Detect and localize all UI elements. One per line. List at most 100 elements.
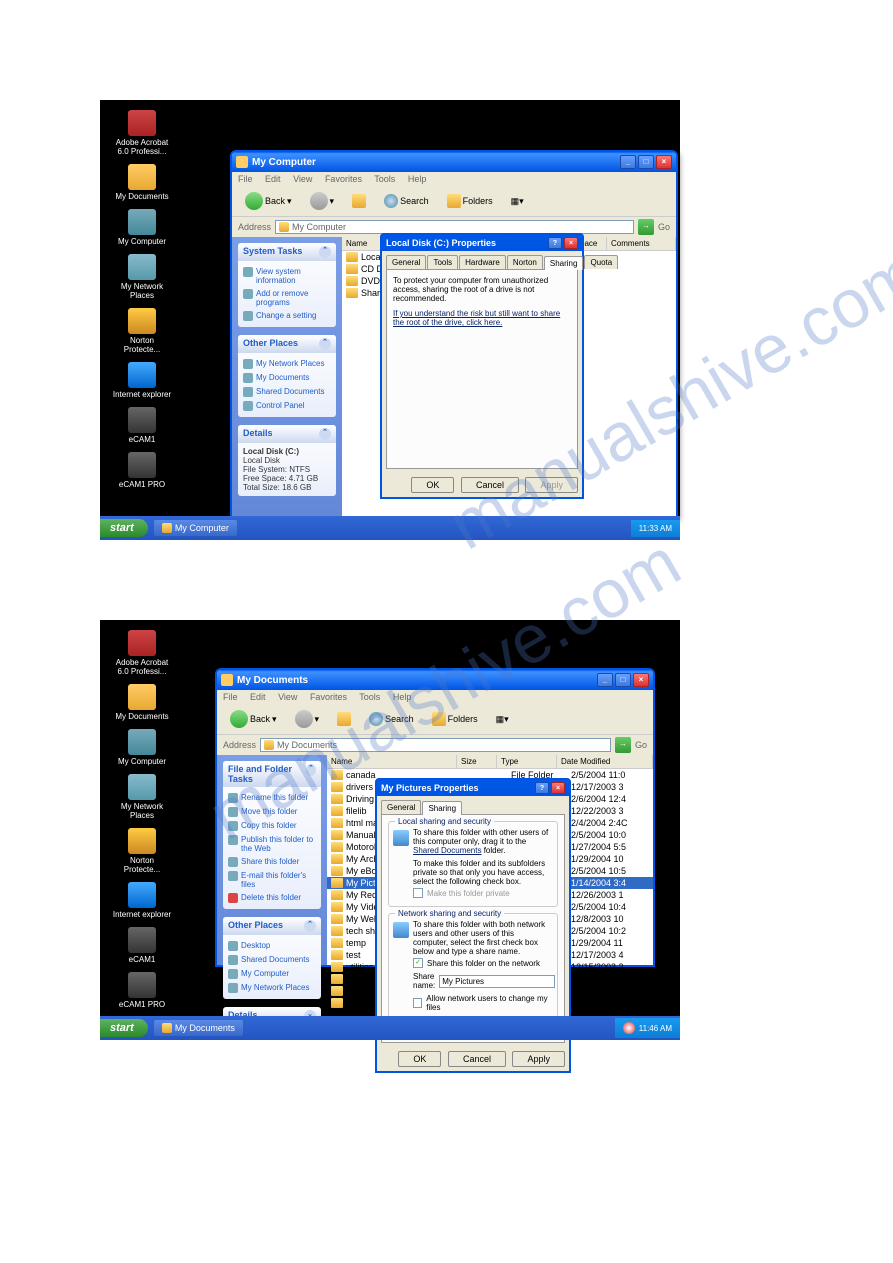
views-button[interactable]: ▦▾ [504, 193, 531, 210]
forward-button[interactable]: ▾ [303, 189, 342, 213]
col-type[interactable]: Type [497, 755, 557, 768]
tasks-header[interactable]: File and Folder Tasks⌃ [223, 761, 321, 787]
details-header[interactable]: Details⌃ [238, 425, 336, 443]
go-button[interactable]: → [638, 219, 654, 235]
dialog-close-button[interactable]: × [564, 237, 578, 249]
menu-edit[interactable]: Edit [265, 174, 281, 184]
place-link[interactable]: Shared Documents [243, 385, 331, 399]
menu-file[interactable]: File [238, 174, 253, 184]
taskbar-item[interactable]: My Documents [154, 1020, 243, 1036]
desktop-icon-norton[interactable]: Norton Protecte... [112, 308, 172, 354]
tab-general[interactable]: General [381, 800, 421, 814]
tab-general[interactable]: General [386, 255, 426, 269]
folders-button[interactable]: Folders [440, 191, 500, 211]
task-link[interactable]: Delete this folder [228, 891, 316, 905]
apply-button[interactable]: Apply [525, 477, 578, 493]
minimize-button[interactable]: _ [597, 673, 613, 687]
system-tray[interactable]: 11:33 AM [631, 520, 680, 537]
place-link[interactable]: My Network Places [243, 357, 331, 371]
task-link[interactable]: Share this folder [228, 855, 316, 869]
desktop-icon-acrobat[interactable]: Adobe Acrobat 6.0 Professi... [112, 110, 172, 156]
taskbar-item[interactable]: My Computer [154, 520, 237, 536]
menu-file[interactable]: File [223, 692, 238, 702]
place-link[interactable]: Desktop [228, 939, 316, 953]
menu-view[interactable]: View [293, 174, 312, 184]
task-link[interactable]: Add or remove programs [243, 287, 331, 309]
task-link[interactable]: Move this folder [228, 805, 316, 819]
dialog-close-button[interactable]: × [551, 782, 565, 794]
place-link[interactable]: Control Panel [243, 399, 331, 413]
search-button[interactable]: Search [362, 709, 421, 729]
desktop-icon-ecam1[interactable]: eCAM1 [112, 927, 172, 964]
other-places-header[interactable]: Other Places⌃ [238, 335, 336, 353]
desktop-icon-ecam1[interactable]: eCAM1 [112, 407, 172, 444]
close-button[interactable]: × [656, 155, 672, 169]
up-button[interactable] [330, 709, 358, 729]
tab-sharing[interactable]: Sharing [544, 256, 584, 270]
up-button[interactable] [345, 191, 373, 211]
desktop-icon-network[interactable]: My Network Places [112, 774, 172, 820]
menu-favorites[interactable]: Favorites [310, 692, 347, 702]
col-size[interactable]: Size [457, 755, 497, 768]
desktop-icon-acrobat[interactable]: Adobe Acrobat 6.0 Professi... [112, 630, 172, 676]
task-link[interactable]: Rename this folder [228, 791, 316, 805]
desktop-icon-norton[interactable]: Norton Protecte... [112, 828, 172, 874]
desktop-icon-mycomputer[interactable]: My Computer [112, 729, 172, 766]
tab-sharing[interactable]: Sharing [422, 801, 462, 815]
titlebar[interactable]: My Documents _ □ × [217, 670, 653, 690]
menu-tools[interactable]: Tools [359, 692, 380, 702]
dialog-titlebar[interactable]: My Pictures Properties ? × [377, 780, 569, 796]
help-button[interactable]: ? [548, 237, 562, 249]
menu-edit[interactable]: Edit [250, 692, 266, 702]
place-link[interactable]: My Computer [228, 967, 316, 981]
forward-button[interactable]: ▾ [288, 707, 327, 731]
start-button[interactable]: start [100, 1019, 148, 1037]
system-tray[interactable]: 11:46 AM [615, 1018, 680, 1038]
system-tasks-header[interactable]: System Tasks⌃ [238, 243, 336, 261]
maximize-button[interactable]: □ [615, 673, 631, 687]
titlebar[interactable]: My Computer _ □ × [232, 152, 676, 172]
back-button[interactable]: Back ▾ [223, 707, 284, 731]
col-date[interactable]: Date Modified [557, 755, 653, 768]
close-button[interactable]: × [633, 673, 649, 687]
folders-button[interactable]: Folders [425, 709, 485, 729]
place-link[interactable]: Shared Documents [228, 953, 316, 967]
share-name-input[interactable] [439, 975, 555, 988]
views-button[interactable]: ▦▾ [489, 711, 516, 728]
menu-view[interactable]: View [278, 692, 297, 702]
task-link[interactable]: Publish this folder to the Web [228, 833, 316, 855]
search-button[interactable]: Search [377, 191, 436, 211]
apply-button[interactable]: Apply [512, 1051, 565, 1067]
menu-help[interactable]: Help [408, 174, 427, 184]
menu-help[interactable]: Help [393, 692, 412, 702]
menu-favorites[interactable]: Favorites [325, 174, 362, 184]
tab-hardware[interactable]: Hardware [459, 255, 506, 269]
allow-change-checkbox[interactable]: Allow network users to change my files [413, 992, 551, 1014]
desktop-icon-mydocs[interactable]: My Documents [112, 164, 172, 201]
shared-docs-link[interactable]: Shared Documents [413, 846, 481, 855]
share-root-link[interactable]: If you understand the risk but still wan… [393, 309, 560, 327]
desktop-icon-ecam1pro[interactable]: eCAM1 PRO [112, 452, 172, 489]
ok-button[interactable]: OK [398, 1051, 441, 1067]
task-link[interactable]: View system information [243, 265, 331, 287]
desktop-icon-mydocs[interactable]: My Documents [112, 684, 172, 721]
desktop-icon-ie[interactable]: Internet explorer [112, 882, 172, 919]
col-comments[interactable]: Comments [607, 237, 676, 250]
menu-tools[interactable]: Tools [374, 174, 395, 184]
desktop-icon-ie[interactable]: Internet explorer [112, 362, 172, 399]
desktop-icon-ecam1pro[interactable]: eCAM1 PRO [112, 972, 172, 1009]
back-button[interactable]: Back ▾ [238, 189, 299, 213]
ok-button[interactable]: OK [411, 477, 454, 493]
tab-tools[interactable]: Tools [427, 255, 458, 269]
place-link[interactable]: My Network Places [228, 981, 316, 995]
place-link[interactable]: My Documents [243, 371, 331, 385]
address-field[interactable]: My Documents [260, 738, 611, 752]
tab-quota[interactable]: Quota [584, 255, 618, 269]
start-button[interactable]: start [100, 519, 148, 537]
cancel-button[interactable]: Cancel [448, 1051, 506, 1067]
task-link[interactable]: E-mail this folder's files [228, 869, 316, 891]
dialog-titlebar[interactable]: Local Disk (C:) Properties ? × [382, 235, 582, 251]
task-link[interactable]: Copy this folder [228, 819, 316, 833]
tab-norton[interactable]: Norton [507, 255, 543, 269]
maximize-button[interactable]: □ [638, 155, 654, 169]
